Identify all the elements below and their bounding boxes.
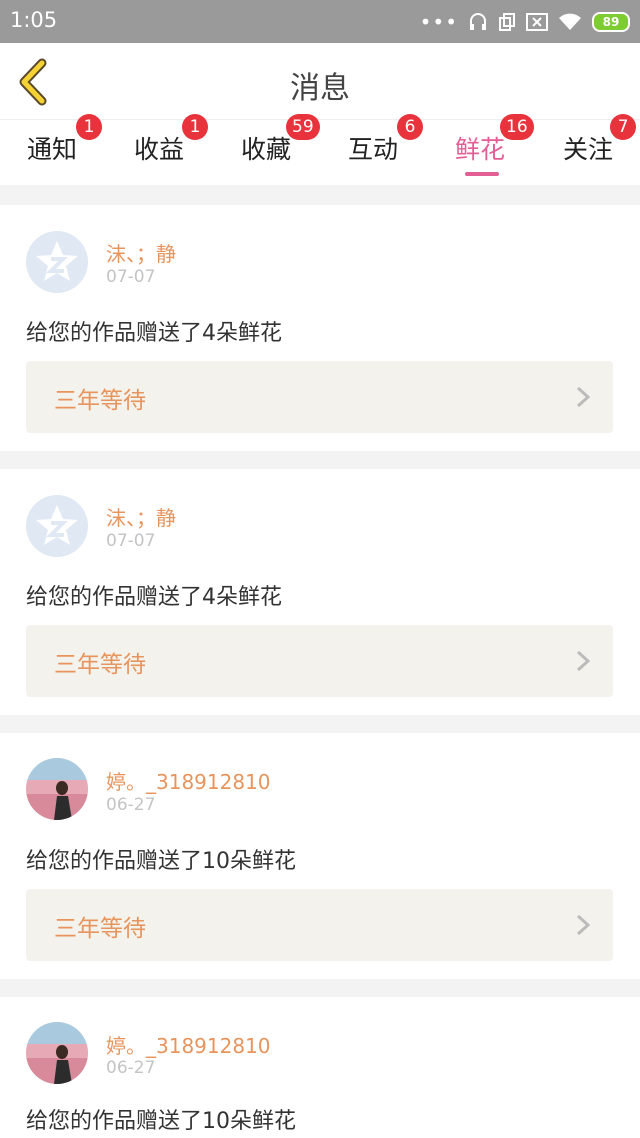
work-link[interactable]: 三年等待 — [26, 625, 613, 697]
tab-bar: 通知 1 收益 1 收藏 59 互动 6 鲜花 16 关注 7 — [0, 114, 640, 186]
photo-avatar-image — [26, 1022, 88, 1084]
username[interactable]: 婷。_318912810 — [106, 1030, 271, 1059]
username[interactable]: 婷。_318912810 — [106, 766, 271, 795]
message-text: 给您的作品赠送了4朵鲜花 — [26, 321, 282, 346]
count-badge: 1 — [76, 114, 102, 140]
list-item: 婷。_318912810 06-27 给您的作品赠送了10朵鲜花 三年等待 — [0, 733, 640, 979]
section-divider — [0, 451, 640, 469]
chevron-right-icon — [576, 650, 591, 672]
list-item: 沫、；静 07-07 给您的作品赠送了4朵鲜花 三年等待 — [0, 205, 640, 451]
date: 06-27 — [106, 1058, 156, 1078]
headset-icon — [470, 13, 486, 30]
battery-indicator: 89 — [592, 12, 630, 32]
work-link[interactable]: 三年等待 — [26, 361, 613, 433]
tab-interactions[interactable]: 互动 6 — [323, 114, 423, 186]
username[interactable]: 沫、；静 — [106, 502, 176, 531]
tab-flowers[interactable]: 鲜花 16 — [430, 114, 534, 186]
tab-following[interactable]: 关注 7 — [538, 114, 638, 186]
section-divider — [0, 185, 640, 205]
count-badge: 1 — [182, 114, 208, 140]
chevron-right-icon — [576, 914, 591, 936]
photo-avatar-image — [26, 758, 88, 820]
tab-favorites[interactable]: 收藏 59 — [216, 114, 320, 186]
date: 07-07 — [106, 531, 156, 551]
tab-earnings[interactable]: 收益 1 — [109, 114, 209, 186]
avatar[interactable] — [26, 1022, 88, 1084]
sim-icon — [526, 13, 548, 31]
avatar[interactable] — [26, 495, 88, 557]
active-tab-indicator — [465, 172, 499, 176]
work-link[interactable]: 三年等待 — [26, 889, 613, 961]
count-badge: 16 — [500, 114, 534, 140]
count-badge: 6 — [397, 114, 423, 140]
work-title: 三年等待 — [54, 916, 146, 942]
date: 07-07 — [106, 267, 156, 287]
message-text: 给您的作品赠送了4朵鲜花 — [26, 585, 282, 610]
avatar[interactable] — [26, 758, 88, 820]
more-dots-icon: ••• — [419, 10, 458, 34]
date: 06-27 — [106, 795, 156, 815]
message-text: 给您的作品赠送了10朵鲜花 — [26, 1109, 296, 1134]
count-badge: 7 — [610, 114, 636, 140]
username[interactable]: 沫、；静 — [106, 238, 176, 267]
section-divider — [0, 715, 640, 733]
work-title: 三年等待 — [54, 388, 146, 414]
qq-avatar-icon — [36, 241, 78, 281]
work-title: 三年等待 — [54, 652, 146, 678]
screen-rotate-icon — [499, 13, 515, 31]
chevron-right-icon — [576, 386, 591, 408]
qq-avatar-icon — [36, 505, 78, 545]
list-item: 婷。_318912810 06-27 给您的作品赠送了10朵鲜花 — [0, 997, 640, 1138]
tab-notifications[interactable]: 通知 1 — [2, 114, 102, 186]
message-text: 给您的作品赠送了10朵鲜花 — [26, 849, 296, 874]
count-badge: 59 — [286, 114, 320, 140]
section-divider — [0, 979, 640, 997]
header: 消息 — [0, 43, 640, 119]
status-time: 1:05 — [10, 8, 58, 32]
wifi-icon — [559, 13, 581, 30]
status-icons: ••• 89 — [420, 10, 630, 34]
avatar[interactable] — [26, 231, 88, 293]
list-item: 沫、；静 07-07 给您的作品赠送了4朵鲜花 三年等待 — [0, 469, 640, 715]
status-bar: 1:05 ••• 89 — [0, 0, 640, 43]
page-title: 消息 — [290, 71, 350, 106]
